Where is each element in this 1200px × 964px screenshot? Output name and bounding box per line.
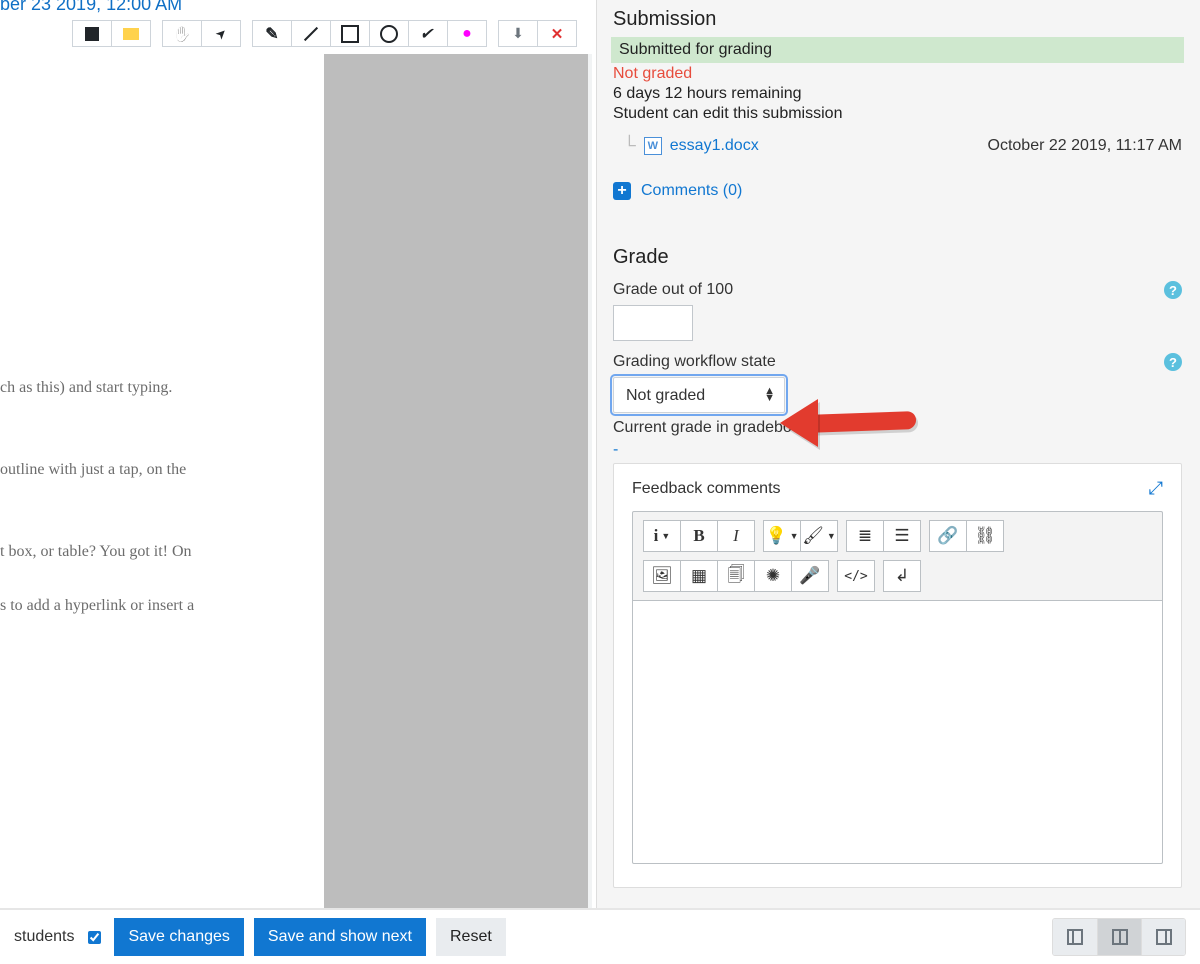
feedback-textarea[interactable] xyxy=(632,600,1163,864)
time-remaining: 6 days 12 hours remaining xyxy=(613,85,1182,103)
files-button[interactable]: 🗐 xyxy=(717,560,755,592)
unlink-button[interactable]: ⛓ xyxy=(966,520,1004,552)
comment-color-icon[interactable] xyxy=(111,20,151,47)
tree-branch-icon: └ xyxy=(623,135,636,156)
brush-button[interactable]: 🖌▼ xyxy=(800,520,838,552)
image-button[interactable]: 🖼 xyxy=(643,560,681,592)
file-row: └ W essay1.docx October 22 2019, 11:17 A… xyxy=(613,125,1182,156)
editable-notice: Student can edit this submission xyxy=(613,105,1182,123)
hint-button[interactable]: 💡▼ xyxy=(763,520,801,552)
doc-text-line: ch as this) and start typing. xyxy=(0,374,314,402)
layout-split-button[interactable] xyxy=(1097,919,1141,955)
toolbar-toggle-button[interactable]: i▼ xyxy=(643,520,681,552)
feedback-label: Feedback comments xyxy=(632,480,781,498)
status-submitted: Submitted for grading xyxy=(611,37,1184,63)
expand-editor-icon[interactable]: ⤢ xyxy=(1149,478,1163,499)
document-viewer[interactable]: ch as this) and start typing. outline wi… xyxy=(0,54,592,908)
save-and-next-button[interactable]: Save and show next xyxy=(254,918,426,956)
microphone-button[interactable]: 🎤 xyxy=(791,560,829,592)
pen-tool-icon[interactable] xyxy=(252,20,292,47)
number-list-button[interactable]: ☰ xyxy=(883,520,921,552)
bold-button[interactable]: B xyxy=(680,520,718,552)
document-page: ch as this) and start typing. outline wi… xyxy=(0,54,324,908)
h5p-button[interactable]: ✺ xyxy=(754,560,792,592)
expand-comments-icon[interactable]: + xyxy=(613,182,631,200)
doc-text-line: s to add a hyperlink or insert a xyxy=(0,592,314,620)
due-date-partial: ber 23 2019, 12:00 AM xyxy=(0,0,182,15)
delete-annotation-icon[interactable] xyxy=(537,20,577,47)
direction-button[interactable]: ↲ xyxy=(883,560,921,592)
select-tool-icon[interactable] xyxy=(201,20,241,47)
line-tool-icon[interactable] xyxy=(291,20,331,47)
status-not-graded: Not graded xyxy=(613,65,1182,83)
link-button[interactable]: 🔗 xyxy=(929,520,967,552)
word-file-icon: W xyxy=(644,137,662,155)
grade-heading: Grade xyxy=(613,246,1182,269)
grading-panel: Submission Submitted for grading Not gra… xyxy=(596,0,1200,908)
footer-bar: students Save changes Save and show next… xyxy=(0,908,1200,964)
file-link[interactable]: essay1.docx xyxy=(670,137,759,155)
layout-toggle-group xyxy=(1052,918,1186,956)
doc-text-line: t box, or table? You got it! On xyxy=(0,538,314,566)
rectangle-tool-icon[interactable] xyxy=(330,20,370,47)
reset-button[interactable]: Reset xyxy=(436,918,506,956)
current-grade-value: - xyxy=(613,441,1182,459)
stamp-tool-icon[interactable] xyxy=(498,20,538,47)
comments-link[interactable]: Comments (0) xyxy=(641,182,742,200)
html-button[interactable]: </> xyxy=(837,560,875,592)
doc-text-line: outline with just a tap, on the xyxy=(0,456,314,484)
layout-right-button[interactable] xyxy=(1141,919,1185,955)
bullet-list-button[interactable]: ≣ xyxy=(846,520,884,552)
oval-tool-icon[interactable] xyxy=(369,20,409,47)
notify-label: students xyxy=(14,928,74,946)
page-view-icon[interactable] xyxy=(72,20,112,47)
feedback-box: Feedback comments ⤢ i▼ B I 💡▼ 🖌▼ ≣ ☰ xyxy=(613,463,1182,888)
media-button[interactable]: ▦ xyxy=(680,560,718,592)
pdf-toolbar xyxy=(72,20,577,47)
grade-out-of-label: Grade out of 100 xyxy=(613,281,733,298)
notify-checkbox[interactable] xyxy=(88,931,101,944)
color-drop-icon[interactable] xyxy=(447,20,487,47)
grade-input[interactable] xyxy=(613,305,693,341)
workflow-state-label: Grading workflow state xyxy=(613,353,776,370)
editor-toolbar: i▼ B I 💡▼ 🖌▼ ≣ ☰ 🔗 ⛓ 🖼 ▦ xyxy=(632,511,1163,600)
help-icon[interactable]: ? xyxy=(1164,353,1182,371)
workflow-state-select[interactable]: Not graded xyxy=(613,377,785,413)
help-icon[interactable]: ? xyxy=(1164,281,1182,299)
italic-button[interactable]: I xyxy=(717,520,755,552)
save-button[interactable]: Save changes xyxy=(114,918,243,956)
submission-heading: Submission xyxy=(613,8,1182,31)
drag-tool-icon[interactable] xyxy=(162,20,202,47)
highlight-tool-icon[interactable] xyxy=(408,20,448,47)
layout-left-button[interactable] xyxy=(1053,919,1097,955)
current-grade-label: Current grade in gradebook xyxy=(613,419,1182,437)
file-date: October 22 2019, 11:17 AM xyxy=(988,137,1183,155)
